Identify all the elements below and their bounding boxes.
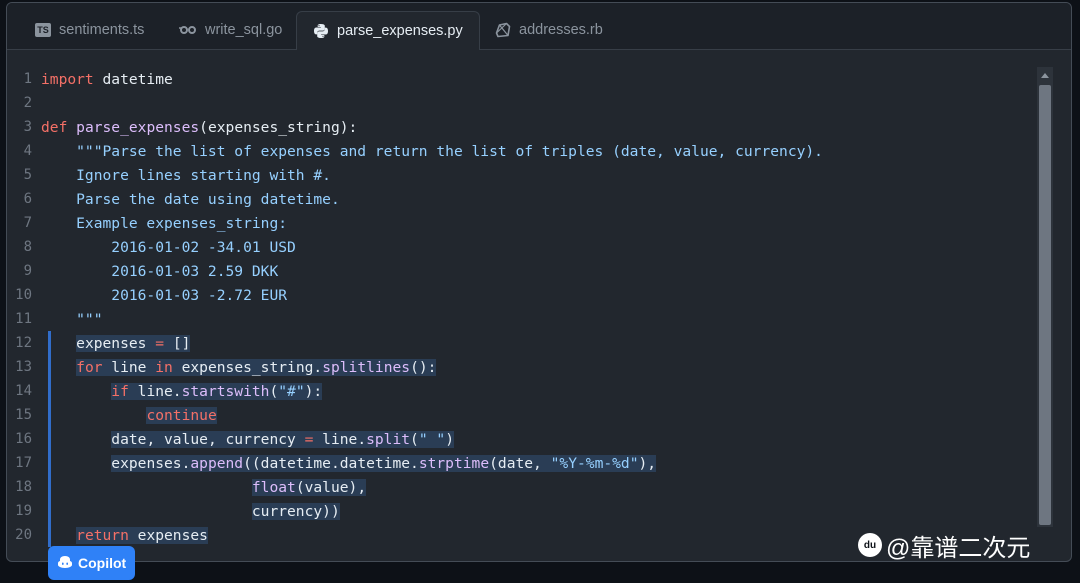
line-number: 20: [15, 527, 32, 543]
code-line: 4 """Parse the list of expenses and retu…: [7, 139, 1037, 163]
line-number: 14: [15, 383, 32, 399]
code-line-suggested: 17 expenses.append((datetime.datetime.st…: [7, 451, 1037, 475]
code-editor[interactable]: 1 import datetime 2 3 def parse_expenses(e…: [7, 67, 1037, 547]
code-line: 7 Example expenses_string:: [7, 211, 1037, 235]
tab-label: write_sql.go: [205, 22, 283, 38]
line-number: 19: [15, 503, 32, 519]
tab-label: addresses.rb: [519, 22, 603, 38]
line-number: 4: [23, 143, 32, 159]
editor-window: TS sentiments.ts write_sql.go parse_expe…: [6, 2, 1072, 562]
suggestion-indicator: [48, 355, 51, 379]
code-line-suggested: 18 float(value),: [7, 475, 1037, 499]
tab-addresses-rb[interactable]: addresses.rb: [479, 11, 619, 49]
line-number: 6: [23, 191, 32, 207]
code-line: 5 Ignore lines starting with #.: [7, 163, 1037, 187]
watermark-text: @靠谱二次元: [886, 534, 1031, 562]
line-number: 3: [23, 119, 32, 135]
python-icon: [313, 23, 329, 39]
suggestion-indicator: [48, 499, 51, 523]
code-line: 6 Parse the date using datetime.: [7, 187, 1037, 211]
code-line-suggested: 14 if line.startswith("#"):: [7, 379, 1037, 403]
code-line-suggested: 12 expenses = []: [7, 331, 1037, 355]
line-number: 16: [15, 431, 32, 447]
line-number: 8: [23, 239, 32, 255]
line-number: 12: [15, 335, 32, 351]
suggestion-indicator: [48, 427, 51, 451]
paw-logo-icon: du: [858, 533, 882, 557]
code-line: 2: [7, 91, 1037, 115]
code-line: 1 import datetime: [7, 67, 1037, 91]
line-number: 10: [15, 287, 32, 303]
suggestion-indicator: [48, 523, 51, 547]
line-number: 18: [15, 479, 32, 495]
vertical-scrollbar[interactable]: [1037, 67, 1053, 527]
code-line: 3 def parse_expenses(expenses_string):: [7, 115, 1037, 139]
ruby-icon: [495, 22, 511, 38]
line-number: 9: [23, 263, 32, 279]
line-number: 2: [23, 95, 32, 111]
copilot-icon: [57, 555, 73, 572]
go-icon: [179, 25, 197, 35]
code-line: 9 2016-01-03 2.59 DKK: [7, 259, 1037, 283]
line-number: 13: [15, 359, 32, 375]
copilot-label: Copilot: [78, 555, 127, 571]
watermark: du @靠谱二次元: [858, 528, 1030, 562]
scroll-up-icon[interactable]: [1037, 67, 1053, 83]
line-number: 17: [15, 455, 32, 471]
tab-parse-expenses-py[interactable]: parse_expenses.py: [296, 11, 480, 50]
line-number: 1: [23, 71, 32, 87]
suggestion-indicator: [48, 331, 51, 355]
tab-label: sentiments.ts: [59, 22, 145, 38]
typescript-icon: TS: [35, 23, 51, 37]
line-number: 11: [15, 311, 32, 327]
code-line-suggested: 16 date, value, currency = line.split(" …: [7, 427, 1037, 451]
line-number: 15: [15, 407, 32, 423]
tab-sentiments-ts[interactable]: TS sentiments.ts: [19, 11, 160, 49]
line-number: 7: [23, 215, 32, 231]
tab-label: parse_expenses.py: [337, 23, 463, 39]
copilot-button[interactable]: Copilot: [48, 546, 136, 580]
suggestion-indicator: [48, 403, 51, 427]
code-line: 10 2016-01-03 -2.72 EUR: [7, 283, 1037, 307]
line-number: 5: [23, 167, 32, 183]
code-line-suggested: 19 currency)): [7, 499, 1037, 523]
scrollbar-thumb[interactable]: [1039, 85, 1051, 525]
code-line-suggested: 13 for line in expenses_string.splitline…: [7, 355, 1037, 379]
suggestion-indicator: [48, 475, 51, 499]
tab-write-sql-go[interactable]: write_sql.go: [163, 11, 298, 49]
code-line-suggested: 15 continue: [7, 403, 1037, 427]
suggestion-indicator: [48, 451, 51, 475]
code-line: 11 """: [7, 307, 1037, 331]
suggestion-indicator: [48, 379, 51, 403]
code-line: 8 2016-01-02 -34.01 USD: [7, 235, 1037, 259]
tab-bar: TS sentiments.ts write_sql.go parse_expe…: [7, 3, 1071, 50]
